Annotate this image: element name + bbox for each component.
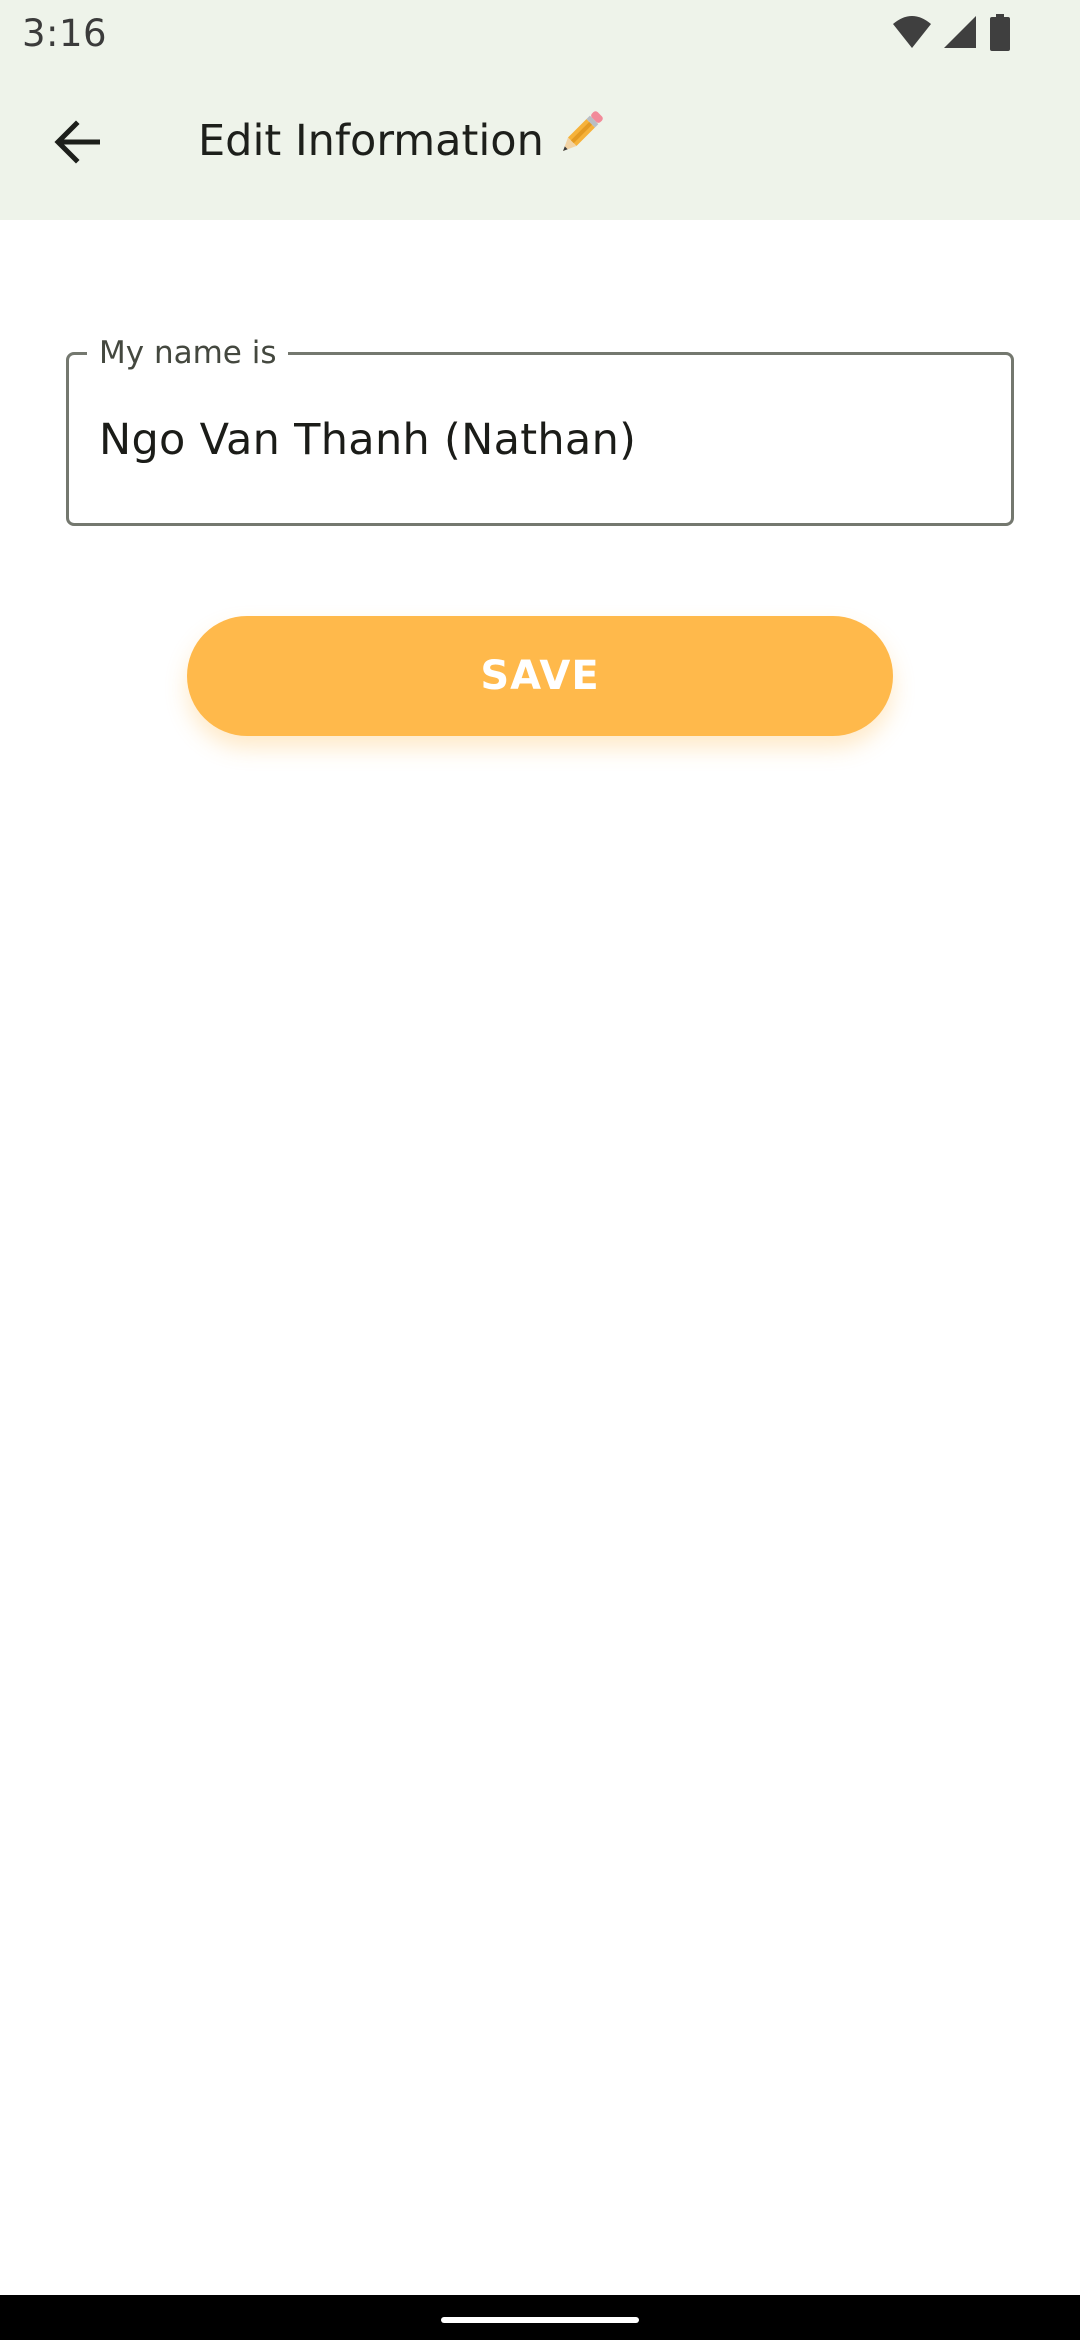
arrow-back-icon xyxy=(54,120,100,164)
app-bar: Edit Information xyxy=(0,66,1080,220)
name-field-label: My name is xyxy=(87,331,289,375)
navigation-bar xyxy=(0,2295,1080,2340)
name-field[interactable]: My name is xyxy=(66,331,1014,526)
battery-icon xyxy=(990,14,1010,51)
page-title: Edit Information xyxy=(198,111,606,175)
page-title-text: Edit Information xyxy=(198,116,544,166)
pencil-icon xyxy=(554,108,606,171)
status-bar: 3:16 xyxy=(0,0,1080,66)
status-icons xyxy=(860,0,1080,66)
back-button[interactable] xyxy=(38,102,118,182)
name-input[interactable] xyxy=(99,415,979,465)
wifi-icon xyxy=(893,16,931,48)
status-time: 3:16 xyxy=(22,12,108,55)
save-button[interactable]: SAVE xyxy=(187,616,893,736)
app-header: 3:16 Edit Information xyxy=(0,0,1080,220)
cellular-signal-icon xyxy=(944,16,976,48)
home-gesture-handle[interactable] xyxy=(441,2317,639,2323)
